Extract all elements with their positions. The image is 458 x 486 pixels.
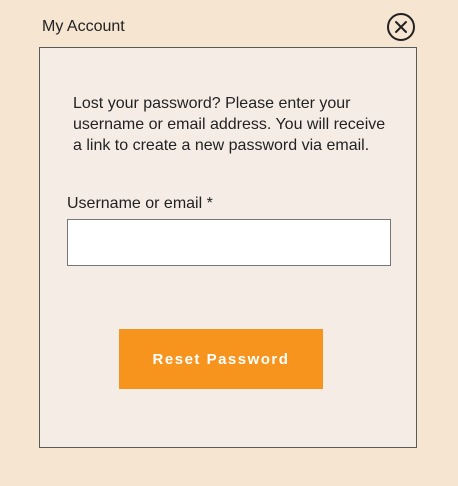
page-title: My Account (42, 18, 125, 35)
intro-line: a link to create a new password via emai… (73, 137, 370, 154)
username-email-label: Username or email * (67, 195, 213, 212)
intro-line: Lost your password? Please enter your (73, 95, 351, 112)
reset-password-button[interactable]: Reset Password (119, 329, 323, 389)
close-button[interactable] (387, 13, 415, 41)
lost-password-panel: Lost your password? Please enter your us… (39, 47, 417, 448)
close-icon (395, 21, 407, 33)
intro-text: Lost your password? Please enter your us… (73, 93, 403, 156)
username-email-input[interactable] (67, 219, 391, 266)
intro-line: username or email address. You will rece… (73, 116, 386, 133)
